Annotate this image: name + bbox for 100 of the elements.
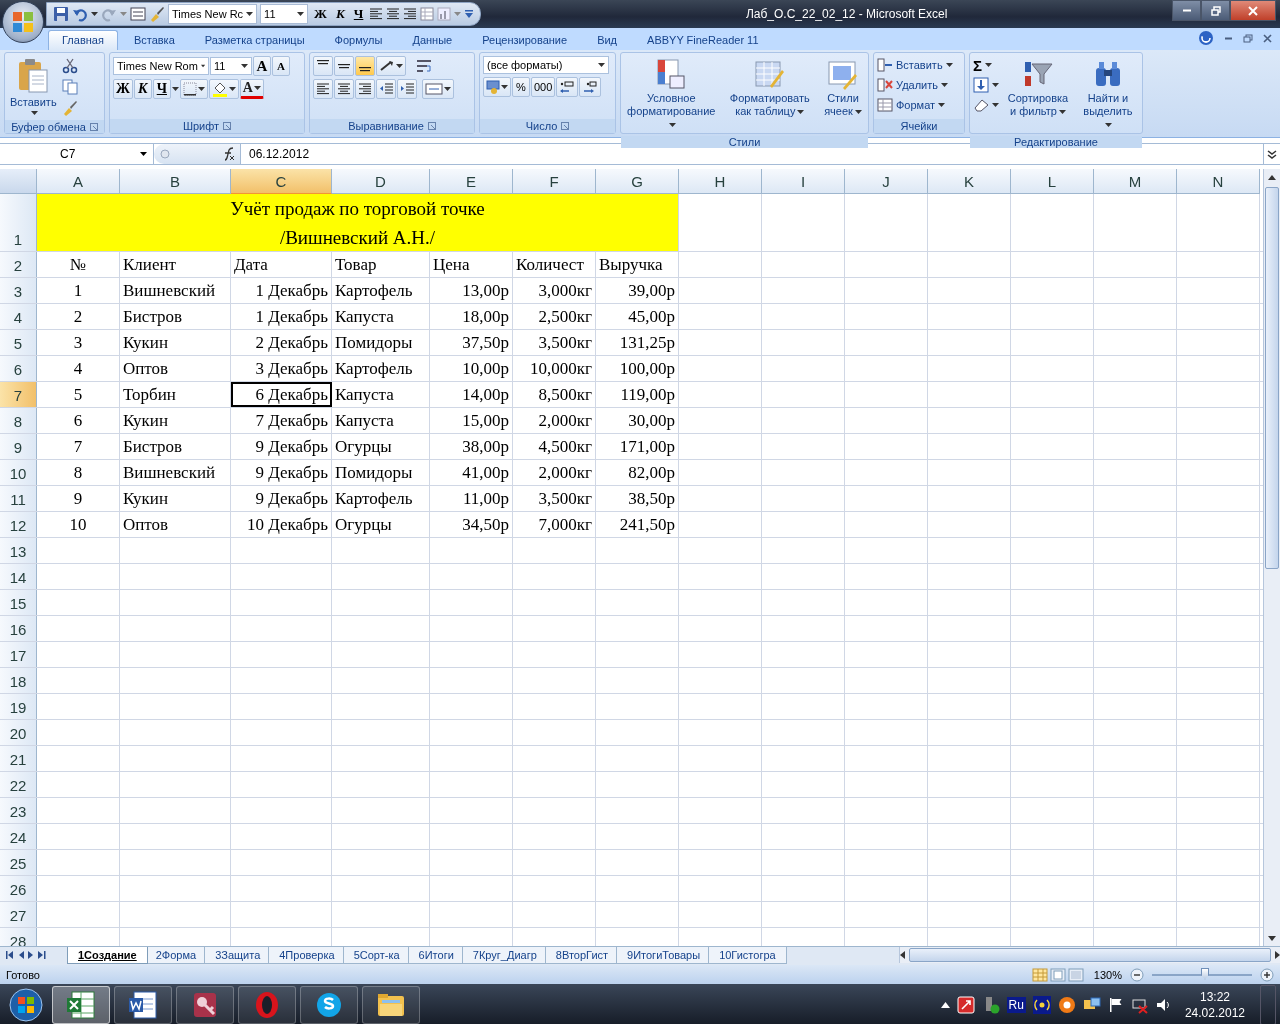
column-header[interactable]: M [1094, 169, 1177, 194]
horizontal-scrollbar[interactable] [899, 947, 1280, 963]
wrap-text-icon[interactable] [416, 58, 432, 74]
launcher-icon[interactable] [427, 122, 436, 130]
orientation-button[interactable] [376, 56, 406, 76]
column-header[interactable]: K [928, 169, 1011, 194]
launcher-icon[interactable] [561, 122, 570, 130]
brush-icon[interactable] [61, 100, 78, 116]
taskbar-app[interactable] [176, 986, 234, 1024]
sheet-tab[interactable]: 4Проверка [268, 947, 346, 964]
cells-button[interactable]: Удалить [877, 76, 948, 94]
align-icon[interactable] [386, 8, 401, 20]
font-size-field[interactable]: 11 [210, 57, 252, 75]
row-header[interactable]: 20 [0, 720, 37, 745]
row-header[interactable]: 19 [0, 694, 37, 719]
bold-button[interactable]: Ж [311, 6, 330, 22]
column-header[interactable]: F [513, 169, 596, 194]
fill-color-button[interactable] [208, 79, 239, 99]
ribbon-tab[interactable]: Вставка [119, 30, 189, 50]
row-header[interactable]: 12 [0, 512, 37, 537]
row-header[interactable]: 18 [0, 668, 37, 693]
launcher-icon[interactable] [223, 122, 232, 130]
row-header[interactable]: 22 [0, 772, 37, 797]
taskbar-app[interactable] [362, 986, 420, 1024]
customize-icon[interactable] [464, 9, 475, 19]
underline-button[interactable]: Ч [350, 6, 367, 22]
clock-time[interactable]: 13:22 [1199, 989, 1230, 1005]
editing-button[interactable]: Найти и выделить [1076, 56, 1139, 133]
disc-icon[interactable] [1057, 996, 1076, 1014]
vertical-scrollbar[interactable] [1263, 169, 1280, 946]
column-header[interactable]: G [596, 169, 679, 194]
row-header[interactable]: 7 [0, 382, 37, 407]
row-header[interactable]: 16 [0, 616, 37, 641]
column-header[interactable]: A [37, 169, 120, 194]
launcher-icon[interactable] [89, 122, 98, 131]
bold-button[interactable]: Ж [113, 79, 133, 99]
font-color-button[interactable]: A [239, 79, 264, 99]
align-bottom-button[interactable] [355, 56, 375, 76]
sheet-tab[interactable]: 10Гистогра [708, 947, 787, 964]
cells-button[interactable]: Формат [877, 96, 946, 114]
row-header[interactable]: 9 [0, 434, 37, 459]
row-header[interactable]: 13 [0, 538, 37, 563]
row-header[interactable]: 11 [0, 486, 37, 511]
underline-button[interactable]: Ч [152, 79, 171, 99]
row-header[interactable]: 27 [0, 902, 37, 927]
network-error-icon[interactable] [1130, 996, 1149, 1014]
arrow-box-icon[interactable] [956, 996, 975, 1014]
row-header[interactable]: 23 [0, 798, 37, 823]
paste-button[interactable]: Вставить [8, 56, 59, 117]
sheet-tab[interactable]: 7Круг_Диагр [461, 947, 548, 964]
styles-button[interactable]: Форматировать как таблицу [721, 56, 818, 120]
ribbon-tab[interactable]: Главная [48, 30, 118, 50]
last-sheet-icon[interactable] [38, 951, 46, 959]
brush-icon[interactable] [149, 6, 165, 22]
previous-sheet-icon[interactable] [18, 951, 24, 959]
grow-font-button[interactable]: A [253, 56, 271, 76]
number-format-field[interactable]: (все форматы) [483, 56, 609, 74]
row-header[interactable]: 26 [0, 876, 37, 901]
scroll-right-icon[interactable] [1275, 951, 1280, 959]
font-size-field[interactable]: 11 [260, 4, 309, 24]
row-header[interactable]: 8 [0, 408, 37, 433]
restore-button[interactable] [1201, 0, 1230, 21]
save-icon[interactable] [53, 6, 69, 22]
expand-handle-icon[interactable] [160, 149, 170, 159]
close-button[interactable] [1230, 0, 1276, 21]
minimize-button[interactable] [1172, 0, 1201, 21]
font-field[interactable]: Times New Rc [168, 4, 258, 24]
percent-button[interactable]: % [512, 77, 530, 97]
scroll-left-icon[interactable] [900, 951, 905, 959]
office-button[interactable] [2, 1, 44, 43]
minimize-icon[interactable] [1224, 36, 1233, 40]
close-icon[interactable] [1263, 33, 1272, 43]
row-header[interactable]: 24 [0, 824, 37, 849]
restore-icon[interactable] [1243, 33, 1253, 43]
speaker-icon[interactable] [1155, 997, 1172, 1013]
sheet-tab[interactable]: 1Создание [67, 947, 148, 964]
merge-cells-button[interactable] [422, 79, 454, 99]
ribbon-tab[interactable]: Рецензирование [468, 30, 582, 50]
row-header[interactable]: 15 [0, 590, 37, 615]
taskbar-app[interactable] [52, 986, 110, 1024]
ribbon-tab[interactable]: Данные [398, 30, 467, 50]
cells-button[interactable]: Вставить [877, 56, 953, 74]
editing-button[interactable]: Сортировка и фильтр [1002, 56, 1074, 120]
font-family-field[interactable]: Times New Rom [113, 57, 209, 75]
first-sheet-icon[interactable] [6, 951, 14, 959]
row-header[interactable]: 2 [0, 252, 37, 277]
italic-button[interactable]: К [133, 79, 152, 99]
column-header[interactable]: L [1011, 169, 1094, 194]
column-header[interactable]: J [845, 169, 928, 194]
flag-icon[interactable] [1107, 997, 1124, 1013]
ribbon-tab[interactable]: Вид [583, 30, 632, 50]
show-hidden-icon[interactable] [940, 1002, 950, 1008]
row-header[interactable]: 21 [0, 746, 37, 771]
zoom-slider-thumb[interactable] [1201, 967, 1209, 980]
borders-button[interactable] [179, 79, 208, 99]
row-header[interactable]: 1 [0, 194, 37, 251]
shrink-font-button[interactable]: A [272, 56, 290, 76]
form-icon[interactable] [130, 6, 146, 22]
align-top-button[interactable] [313, 56, 333, 76]
column-header[interactable]: N [1177, 169, 1260, 194]
